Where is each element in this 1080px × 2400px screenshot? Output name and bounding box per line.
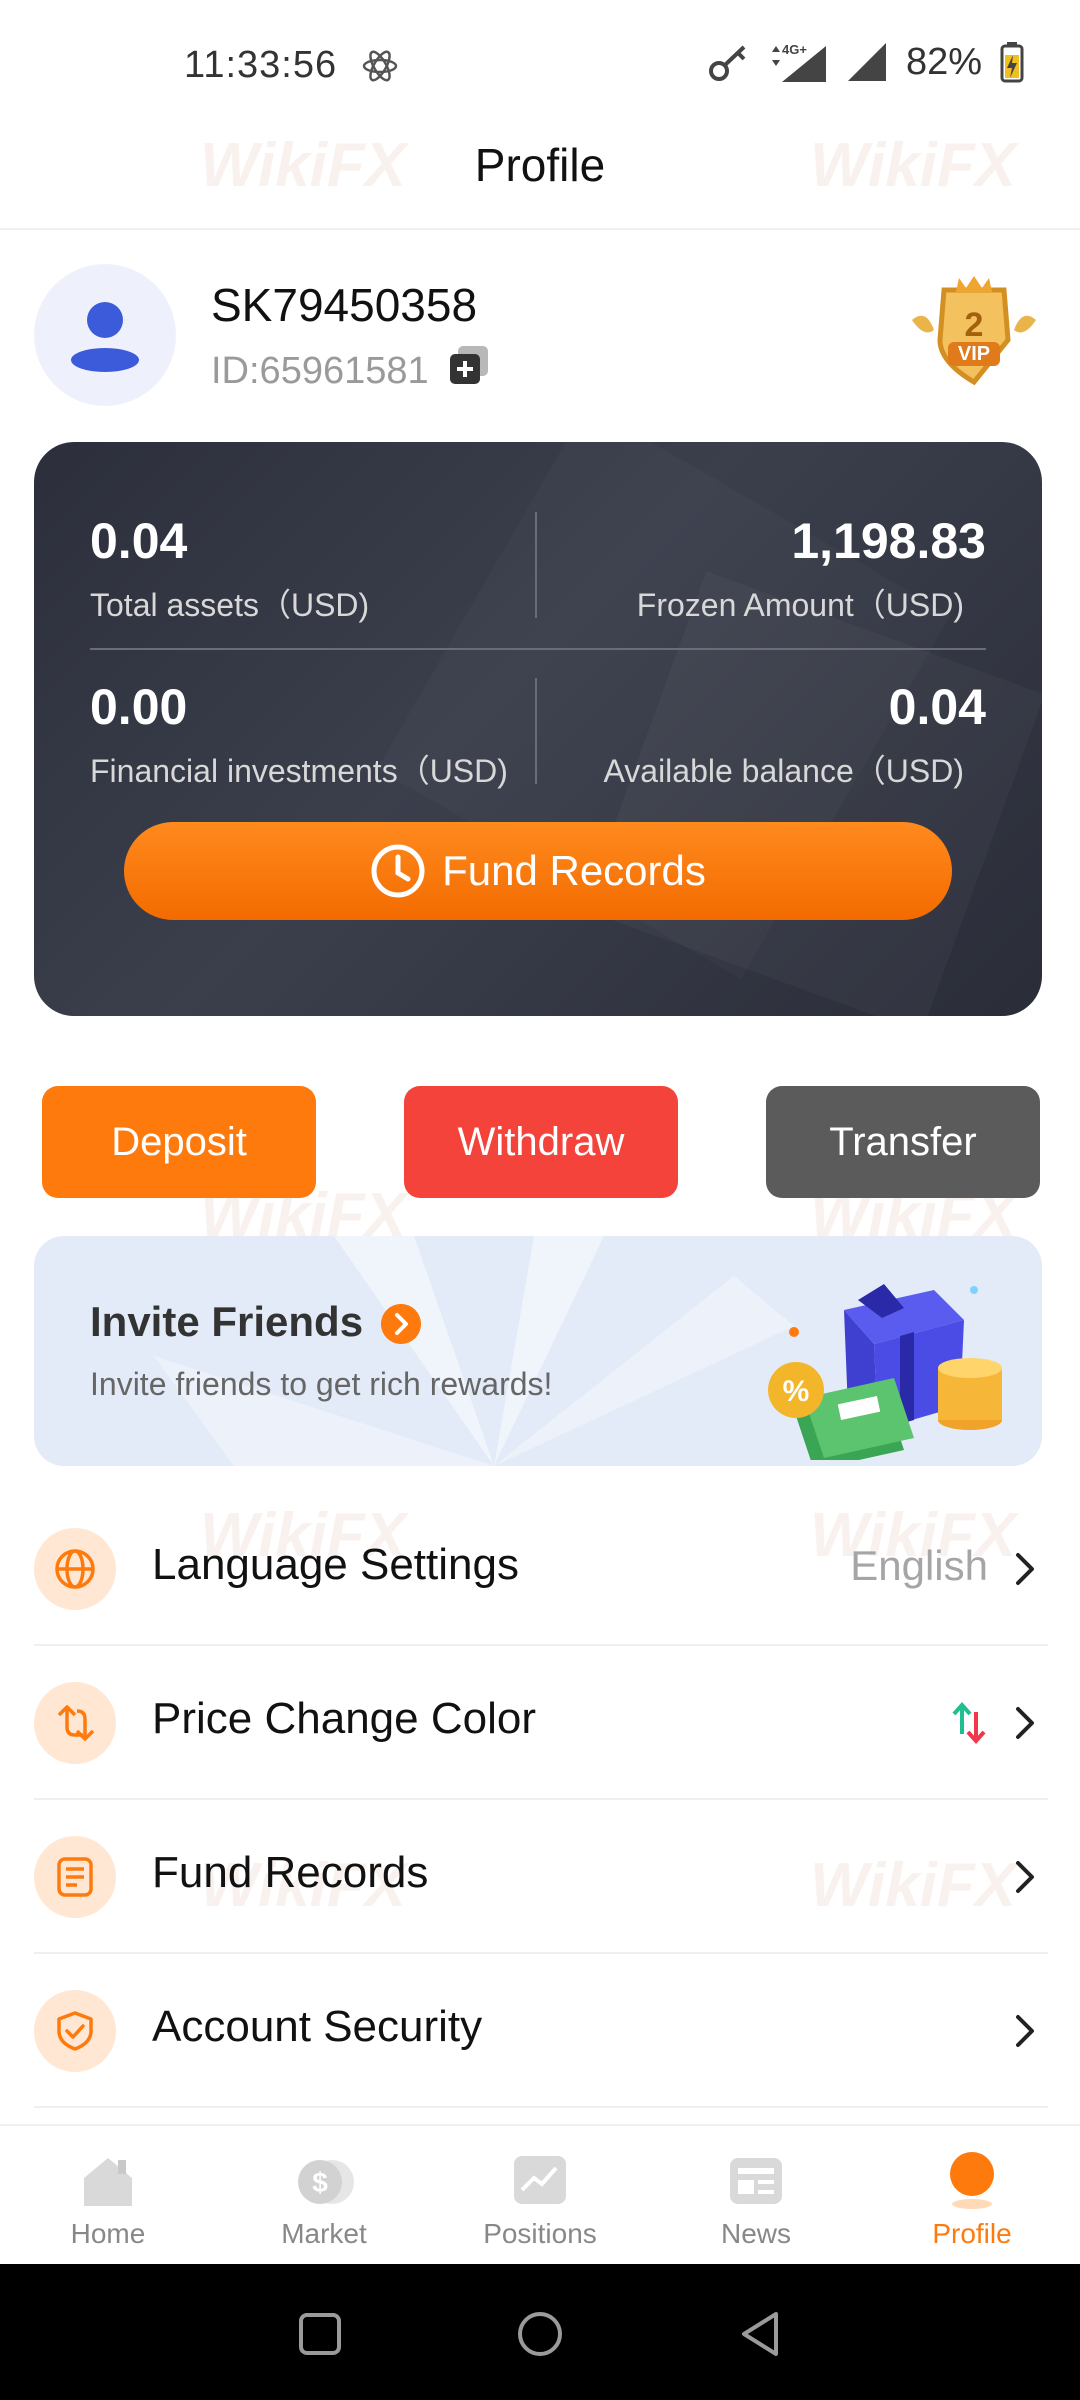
tab-label: Profile xyxy=(932,2218,1012,2249)
menu-icon-bg xyxy=(34,1836,116,1918)
available-balance-label: Available balance（USD) xyxy=(603,753,965,789)
divider xyxy=(535,512,537,618)
menu-icon-bg xyxy=(34,1528,116,1610)
home-icon xyxy=(84,2158,132,2206)
username: SK79450358 xyxy=(211,279,478,331)
invite-subtitle: Invite friends to get rich rewards! xyxy=(90,1366,553,1402)
frozen-amount-value: 1,198.83 xyxy=(791,513,986,569)
menu-item-price-change-color[interactable]: Price Change Color xyxy=(34,1646,1048,1800)
menu-label: Account Security xyxy=(152,2002,483,2051)
clock-icon xyxy=(371,844,425,898)
financial-investments-label: Financial investments（USD) xyxy=(90,753,508,789)
gift-illustration: % xyxy=(768,1284,1002,1460)
avatar[interactable] xyxy=(34,264,176,406)
tab-label: News xyxy=(720,2218,791,2249)
fund-records-label: Fund Records xyxy=(442,847,706,894)
transfer-button[interactable]: Transfer xyxy=(766,1086,1040,1198)
vip-level: 2 xyxy=(965,306,984,344)
menu-item-fund-records[interactable]: Fund Records xyxy=(34,1800,1048,1954)
tab-label: Market xyxy=(281,2218,367,2249)
frozen-amount-label: Frozen Amount（USD) xyxy=(636,587,964,623)
battery-charging-icon xyxy=(1000,42,1024,83)
chevron-right-icon xyxy=(1016,2015,1034,2047)
key-icon xyxy=(708,45,746,81)
document-icon xyxy=(57,1857,93,1897)
menu-value-language: English xyxy=(850,1542,988,1589)
tab-home[interactable]: Home xyxy=(0,2126,216,2266)
user-icon xyxy=(71,302,139,372)
tab-profile[interactable]: Profile xyxy=(864,2126,1080,2266)
tab-market[interactable]: $ Market xyxy=(216,2126,432,2266)
user-id: ID:65961581 xyxy=(211,350,429,392)
atom-icon xyxy=(362,50,398,82)
menu-label: Language Settings xyxy=(152,1540,519,1589)
recents-icon[interactable] xyxy=(298,2312,342,2356)
deposit-button[interactable]: Deposit xyxy=(42,1086,316,1198)
tab-news[interactable]: News xyxy=(648,2126,864,2266)
battery-percent: 82% xyxy=(905,40,982,83)
menu-label: Fund Records xyxy=(152,1848,429,1897)
chevron-right-icon xyxy=(1016,1861,1034,1893)
system-nav-bar xyxy=(0,2264,1080,2400)
signal-icon xyxy=(847,43,886,81)
back-icon[interactable] xyxy=(738,2310,782,2358)
withdraw-button[interactable]: Withdraw xyxy=(404,1086,678,1198)
fund-records-button[interactable]: Fund Records xyxy=(124,822,952,920)
status-icons: 4G+ 82% xyxy=(708,40,1024,84)
chevron-right-icon xyxy=(1016,1553,1034,1585)
status-time: 11:33:56 xyxy=(184,44,338,86)
market-icon: $ xyxy=(298,2160,354,2204)
asset-card: 0.04 Total assets（USD) 1,198.83 Frozen A… xyxy=(34,442,1042,1016)
available-balance-value: 0.04 xyxy=(888,679,986,735)
svg-text:%: % xyxy=(783,1375,810,1408)
up-down-arrows-icon xyxy=(952,1701,986,1744)
total-assets-value: 0.04 xyxy=(90,513,188,569)
menu-label: Price Change Color xyxy=(152,1694,536,1743)
menu-item-language-settings[interactable]: Language Settings English xyxy=(34,1492,1048,1646)
mobile-data-icon: 4G+ xyxy=(771,42,826,82)
profile-icon xyxy=(950,2152,994,2209)
vip-text: VIP xyxy=(958,343,990,365)
tab-label: Home xyxy=(70,2218,146,2249)
globe-icon xyxy=(55,1549,95,1589)
tab-label: Positions xyxy=(483,2218,597,2249)
chevron-right-icon xyxy=(381,1304,421,1344)
swap-icon xyxy=(57,1705,95,1741)
svg-text:$: $ xyxy=(312,2167,328,2198)
bottom-tab-bar: Home $ Market Positions News Profile xyxy=(0,2124,1080,2264)
invite-title: Invite Friends xyxy=(90,1298,364,1345)
menu-item-account-security[interactable]: Account Security xyxy=(34,1954,1048,2108)
divider xyxy=(90,648,986,650)
invite-friends-banner[interactable]: Invite Friends Invite friends to get ric… xyxy=(34,1236,1042,1466)
news-icon xyxy=(730,2158,782,2204)
vip-badge[interactable]: 2 VIP xyxy=(904,270,1044,390)
page-title: Profile xyxy=(474,139,606,191)
copy-icon[interactable] xyxy=(446,344,492,388)
positions-icon xyxy=(514,2156,566,2204)
total-assets-label: Total assets（USD) xyxy=(90,587,370,623)
tab-positions[interactable]: Positions xyxy=(432,2126,648,2266)
shield-check-icon xyxy=(57,2011,93,2051)
page-header: Profile xyxy=(0,120,1080,230)
svg-text:4G+: 4G+ xyxy=(782,42,807,57)
home-nav-icon[interactable] xyxy=(516,2310,564,2358)
chevron-right-icon xyxy=(1016,1707,1034,1739)
divider xyxy=(535,678,537,784)
menu-icon-bg xyxy=(34,1990,116,2072)
status-bar: 11:33:56 4G+ 82% xyxy=(0,0,1080,130)
financial-investments-value: 0.00 xyxy=(90,679,188,735)
menu-icon-bg xyxy=(34,1682,116,1764)
